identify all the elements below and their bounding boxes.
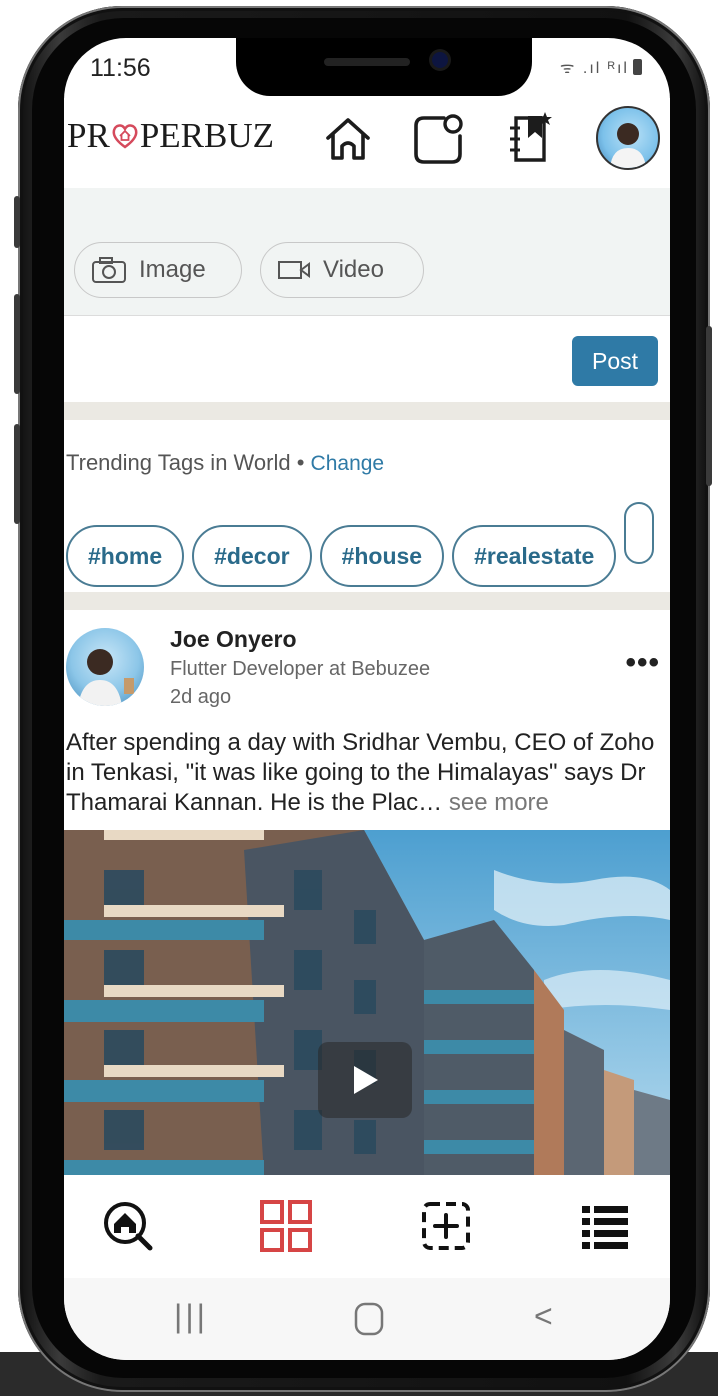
bottom-navigation bbox=[64, 1182, 670, 1278]
section-divider bbox=[64, 592, 670, 610]
back-button[interactable]: < bbox=[534, 1298, 553, 1335]
trending-tags-section: Trending Tags in World • Change #home #de… bbox=[64, 420, 670, 592]
tag-chip[interactable]: #realestate bbox=[452, 525, 617, 587]
tag-chip[interactable]: #house bbox=[319, 525, 445, 587]
post-bar: Post bbox=[64, 316, 670, 402]
system-navigation-bar: ||| < bbox=[64, 1278, 670, 1360]
home-outline-icon[interactable] bbox=[320, 108, 376, 168]
apartment-buildings-image bbox=[64, 830, 670, 1175]
grid-icon[interactable] bbox=[258, 1198, 314, 1254]
section-divider bbox=[64, 402, 670, 420]
search-home-icon[interactable] bbox=[100, 1198, 156, 1254]
tag-chip[interactable]: #decor bbox=[192, 525, 312, 587]
phone-side-button bbox=[14, 196, 20, 248]
app-screen: 11:56 ᯤ .ıl ᴿıl PR PERBUZ Image Video Po… bbox=[64, 38, 670, 1360]
status-icons: ᯤ .ıl ᴿıl bbox=[560, 56, 642, 78]
separator-dot: • bbox=[290, 450, 311, 475]
play-button[interactable] bbox=[318, 1042, 412, 1118]
profile-avatar[interactable] bbox=[596, 106, 660, 170]
image-button[interactable]: Image bbox=[74, 242, 242, 298]
battery-icon bbox=[633, 59, 642, 75]
status-time: 11:56 bbox=[90, 54, 151, 82]
front-camera bbox=[432, 52, 448, 68]
tag-chip[interactable]: #home bbox=[66, 525, 185, 587]
phone-side-button bbox=[706, 326, 712, 486]
post-button[interactable]: Post bbox=[572, 336, 658, 386]
speaker bbox=[324, 58, 410, 66]
author-photo-icon bbox=[78, 649, 134, 706]
video-label: Video bbox=[323, 256, 384, 283]
author-name[interactable]: Joe Onyero bbox=[170, 626, 297, 653]
signal-icon: ᯤ .ıl ᴿıl bbox=[559, 60, 629, 77]
camera-icon bbox=[92, 257, 126, 283]
tag-chip-partial[interactable] bbox=[624, 502, 655, 564]
phone-side-button bbox=[14, 424, 20, 524]
recent-apps-button[interactable]: ||| bbox=[174, 1298, 208, 1335]
app-logo[interactable]: PR PERBUZ bbox=[67, 116, 274, 156]
more-options-icon[interactable]: ••• bbox=[625, 646, 660, 680]
feed-post: Joe Onyero Flutter Developer at Bebuzee … bbox=[64, 610, 670, 1218]
change-link[interactable]: Change bbox=[311, 452, 385, 475]
image-label: Image bbox=[139, 256, 206, 283]
logo-text-end: PERBUZ bbox=[139, 116, 275, 155]
video-camera-icon bbox=[278, 261, 310, 279]
logo-text-start: PR bbox=[67, 116, 110, 155]
avatar-person-icon bbox=[610, 123, 646, 168]
author-avatar[interactable] bbox=[66, 628, 144, 706]
post-text: After spending a day with Sridhar Vembu,… bbox=[66, 728, 666, 818]
new-post-icon[interactable] bbox=[410, 108, 466, 168]
tag-list: #home #decor #house #realestate bbox=[66, 502, 662, 587]
post-body: After spending a day with Sridhar Vembu,… bbox=[66, 729, 655, 816]
bookmark-star-icon[interactable] bbox=[502, 108, 558, 168]
author-role: Flutter Developer at Bebuzee bbox=[170, 658, 431, 680]
video-button[interactable]: Video bbox=[260, 242, 424, 298]
trending-title: Trending Tags in World • Change bbox=[66, 450, 384, 476]
see-more-link[interactable]: see more bbox=[442, 789, 549, 816]
post-time: 2d ago bbox=[170, 686, 232, 708]
post-video-thumbnail[interactable] bbox=[64, 830, 670, 1175]
list-icon[interactable] bbox=[578, 1198, 634, 1254]
app-header: PR PERBUZ bbox=[64, 98, 670, 190]
notch bbox=[236, 38, 532, 96]
play-icon bbox=[354, 1066, 378, 1094]
phone-side-button bbox=[14, 294, 20, 394]
trending-title-text: Trending Tags in World bbox=[66, 450, 291, 475]
home-button[interactable] bbox=[354, 1302, 384, 1336]
add-square-icon[interactable] bbox=[418, 1198, 474, 1254]
logo-house-heart-icon bbox=[112, 124, 138, 149]
compose-panel: Image Video bbox=[64, 188, 670, 316]
